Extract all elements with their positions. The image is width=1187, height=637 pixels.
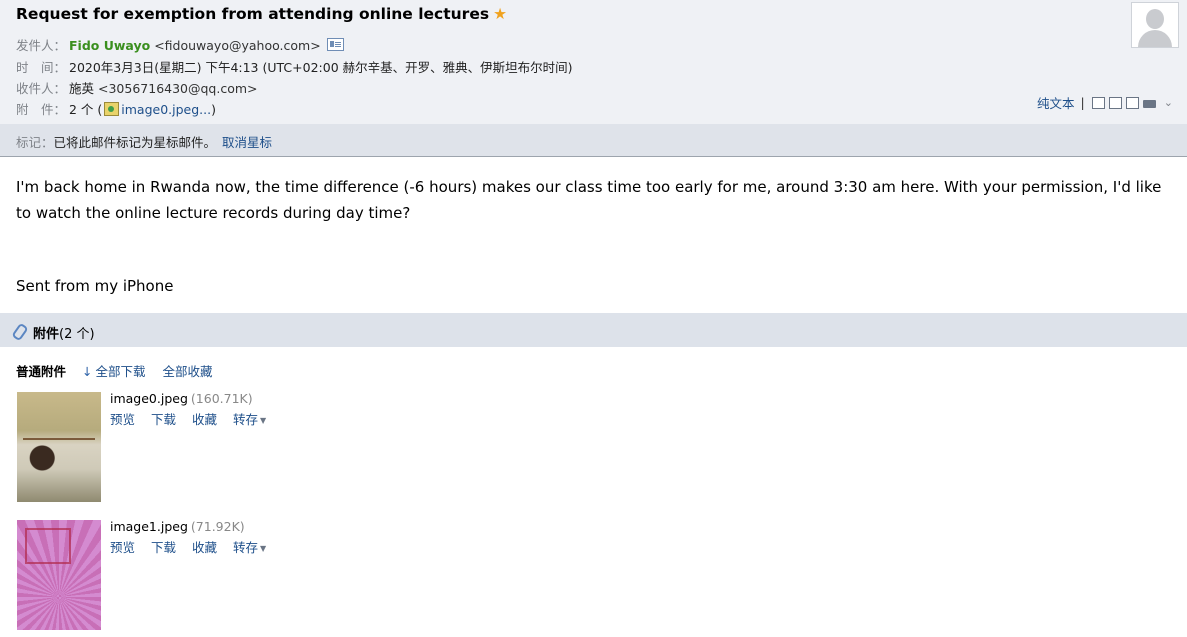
dropdown-caret-icon: ▼ (260, 544, 267, 553)
attachment-file-name: image1.jpeg (110, 519, 188, 534)
attachment-kind-label: 普通附件 (16, 364, 67, 379)
flag-label: 标记： (16, 135, 54, 150)
attachment-item: image1.jpeg (71.92K) 预览 下载 收藏 转存 ▼ (110, 519, 278, 556)
attachments-close-paren: ) (211, 102, 216, 117)
cancel-star-link[interactable]: 取消星标 (222, 135, 272, 150)
view-source-icon[interactable] (1108, 96, 1122, 109)
preview-link[interactable]: 预览 (110, 540, 135, 555)
download-arrow-icon[interactable]: ↓ (82, 364, 92, 379)
attachments-count: 2 个 ( (69, 102, 103, 117)
sender-name[interactable]: Fido Uwayo (69, 38, 150, 53)
attachments-title: 附件 (33, 327, 60, 342)
star-icon[interactable]: ★ (493, 5, 507, 23)
download-link[interactable]: 下载 (151, 540, 176, 555)
contact-card-icon[interactable] (326, 38, 344, 51)
attachment-item: image0.jpeg (160.71K) 预览 下载 收藏 转存 ▼ (110, 391, 278, 428)
attachment-file-size: (160.71K) (190, 391, 253, 406)
attachment-file-name: image0.jpeg (110, 391, 188, 406)
email-body: I'm back home in Rwanda now, the time di… (16, 178, 1162, 222)
time-row: 时 间： 2020年3月3日(星期二) 下午4:13 (UTC+02:00 赫尔辛… (16, 57, 573, 76)
save-to-label: 转存 (233, 540, 259, 555)
plain-text-link[interactable]: 纯文本 (1037, 93, 1075, 112)
attachment-actions: 普通附件 ↓ 全部下载 全部收藏 (16, 361, 226, 380)
to-row: 收件人： 施英 <3056716430@qq.com> (16, 78, 258, 97)
attachment-thumbnail-stamped-page[interactable] (17, 520, 101, 630)
attachments-section-header: 附件(2 个) (0, 313, 1187, 347)
print-icon[interactable] (1142, 100, 1156, 108)
avatar[interactable] (1131, 2, 1179, 48)
more-chevron-icon[interactable]: ⌄ (1164, 96, 1173, 109)
favorite-link[interactable]: 收藏 (192, 540, 217, 555)
avatar-head-shape (1146, 9, 1164, 29)
email-subject: Request for exemption from attending onl… (16, 5, 507, 23)
save-to-link[interactable]: 转存 ▼ (233, 412, 266, 427)
download-mail-icon[interactable] (1125, 96, 1139, 109)
email-signature: Sent from my iPhone (16, 277, 174, 295)
from-label: 发件人： (16, 38, 67, 53)
attachment-thumbnail-passport-photo[interactable] (17, 392, 101, 502)
attachments-section-count: (2 个) (59, 327, 95, 342)
download-all-link[interactable]: 全部下载 (95, 364, 145, 379)
attachments-row: 附 件： 2 个 ( image0.jpeg...) (16, 99, 216, 118)
header-toolbar: 纯文本 | ⌄ (1037, 93, 1173, 112)
new-window-icon[interactable] (1091, 96, 1105, 109)
download-link[interactable]: 下载 (151, 412, 176, 427)
save-all-link[interactable]: 全部收藏 (162, 364, 212, 379)
save-to-link[interactable]: 转存 ▼ (233, 540, 266, 555)
image-file-icon (104, 102, 120, 116)
subject-text: Request for exemption from attending onl… (16, 5, 490, 23)
to-label: 收件人： (16, 81, 67, 96)
from-row: 发件人： Fido Uwayo <fidouwayo@yahoo.com> (16, 35, 344, 54)
attachments-label: 附 件： (16, 102, 67, 117)
attachment-file-size: (71.92K) (190, 519, 245, 534)
recipient-name[interactable]: 施英 (69, 81, 94, 96)
dropdown-caret-icon: ▼ (260, 416, 267, 425)
recipient-address: <3056716430@qq.com> (98, 81, 258, 96)
flag-text: 已将此邮件标记为星标邮件。 (53, 135, 217, 150)
save-to-label: 转存 (233, 412, 259, 427)
time-label: 时 间： (16, 60, 67, 75)
favorite-link[interactable]: 收藏 (192, 412, 217, 427)
email-header: Request for exemption from attending onl… (0, 0, 1187, 124)
time-value: 2020年3月3日(星期二) 下午4:13 (UTC+02:00 赫尔辛基、开罗… (69, 60, 573, 75)
preview-link[interactable]: 预览 (110, 412, 135, 427)
avatar-body-shape (1138, 30, 1172, 47)
paperclip-icon (11, 322, 29, 342)
sender-address: <fidouwayo@yahoo.com> (154, 38, 321, 53)
toolbar-separator: | (1080, 95, 1085, 110)
first-attachment-link[interactable]: image0.jpeg... (121, 102, 211, 117)
flag-bar: 标记：已将此邮件标记为星标邮件。 取消星标 (0, 124, 1187, 157)
